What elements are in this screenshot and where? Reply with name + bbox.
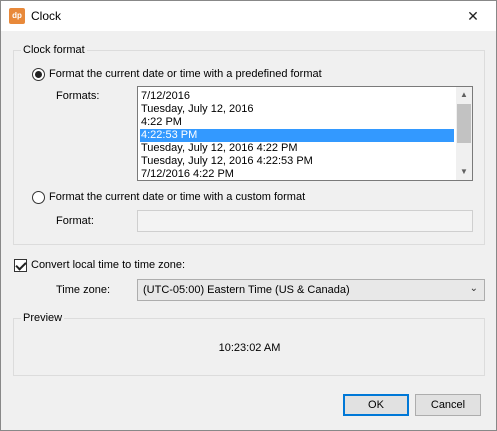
custom-format-radio[interactable] bbox=[32, 191, 45, 204]
custom-format-label[interactable]: Format the current date or time with a c… bbox=[49, 191, 305, 203]
format-label: Format: bbox=[56, 215, 94, 227]
list-item[interactable]: Tuesday, July 12, 2016 bbox=[140, 103, 454, 116]
close-icon[interactable]: ✕ bbox=[450, 1, 496, 31]
preview-label: Preview bbox=[21, 312, 65, 324]
list-item-selected[interactable]: 4:22:53 PM bbox=[140, 129, 454, 142]
timezone-value: (UTC-05:00) Eastern Time (US & Canada) bbox=[143, 284, 350, 296]
predefined-format-label[interactable]: Format the current date or time with a p… bbox=[49, 68, 322, 80]
clock-format-label: Clock format bbox=[21, 44, 87, 56]
chevron-down-icon: ⌄ bbox=[469, 283, 478, 294]
title-bar: dp Clock ✕ bbox=[1, 1, 496, 31]
predefined-format-radio[interactable] bbox=[32, 68, 45, 81]
chevron-up-icon[interactable]: ▲ bbox=[456, 87, 472, 103]
convert-timezone-checkbox[interactable] bbox=[14, 259, 27, 272]
scroll-thumb[interactable] bbox=[457, 104, 471, 143]
ok-button[interactable]: OK bbox=[343, 394, 409, 416]
app-icon: dp bbox=[9, 8, 25, 24]
clock-dialog: dp Clock ✕ Clock format Format the curre… bbox=[0, 0, 497, 431]
list-item[interactable]: 7/12/2016 4:22 PM bbox=[140, 168, 454, 180]
cancel-button[interactable]: Cancel bbox=[415, 394, 481, 416]
window-title: Clock bbox=[31, 9, 62, 23]
formats-scrollbar[interactable]: ▲ ▼ bbox=[456, 87, 472, 180]
list-item[interactable]: 4:22 PM bbox=[140, 116, 454, 129]
custom-format-input[interactable] bbox=[137, 210, 473, 232]
formats-listbox[interactable]: 7/12/2016 Tuesday, July 12, 2016 4:22 PM… bbox=[137, 86, 473, 181]
formats-label: Formats: bbox=[56, 90, 100, 102]
timezone-label: Time zone: bbox=[56, 284, 111, 296]
timezone-select[interactable]: (UTC-05:00) Eastern Time (US & Canada) ⌄ bbox=[137, 279, 485, 301]
list-item[interactable]: Tuesday, July 12, 2016 4:22:53 PM bbox=[140, 155, 454, 168]
list-item[interactable]: 7/12/2016 bbox=[140, 90, 454, 103]
chevron-down-icon[interactable]: ▼ bbox=[456, 164, 472, 180]
preview-value: 10:23:02 AM bbox=[218, 342, 281, 354]
convert-timezone-label[interactable]: Convert local time to time zone: bbox=[31, 259, 185, 271]
list-item[interactable]: Tuesday, July 12, 2016 4:22 PM bbox=[140, 142, 454, 155]
